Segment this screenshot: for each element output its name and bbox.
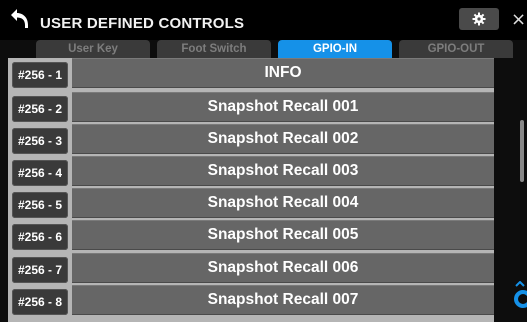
row-number: #256 - 6	[12, 224, 68, 250]
back-arrow-icon	[11, 9, 28, 28]
list-item: #256 - 3 Snapshot Recall 002	[8, 124, 494, 154]
close-button[interactable]: ×	[510, 6, 527, 32]
tab-foot-switch[interactable]: Foot Switch	[157, 40, 271, 58]
tab-gpio-out[interactable]: GPIO-OUT	[399, 40, 513, 58]
scroll-hint[interactable]	[512, 280, 527, 311]
row-number: #256 - 7	[12, 257, 68, 283]
list-item: #256 - 2 Snapshot Recall 001	[8, 92, 494, 122]
tab-gpio-in[interactable]: GPIO-IN	[278, 40, 392, 58]
list-item: #256 - 6 Snapshot Recall 005	[8, 220, 494, 250]
row-number: #256 - 2	[12, 96, 68, 122]
row-number: #256 - 8	[12, 289, 68, 315]
scroll-indicator-icon	[514, 280, 527, 308]
controls-list: #256 - 1 INFO #256 - 2 Snapshot Recall 0…	[8, 58, 494, 322]
list-item: #256 - 1 INFO	[8, 58, 494, 88]
row-number: #256 - 3	[12, 128, 68, 154]
settings-button[interactable]	[459, 8, 499, 30]
title-bar: USER DEFINED CONTROLS ×	[0, 0, 527, 40]
assignment-button[interactable]: INFO	[72, 58, 494, 88]
back-button[interactable]	[10, 6, 30, 30]
gear-icon	[472, 12, 486, 26]
assignment-button[interactable]: Snapshot Recall 002	[72, 124, 494, 154]
row-number: #256 - 4	[12, 160, 68, 186]
assignment-button[interactable]: Snapshot Recall 005	[72, 220, 494, 250]
list-item: #256 - 5 Snapshot Recall 004	[8, 188, 494, 218]
assignment-button[interactable]: Snapshot Recall 007	[72, 285, 494, 315]
assignment-button[interactable]: Snapshot Recall 004	[72, 188, 494, 218]
page-title: USER DEFINED CONTROLS	[40, 15, 245, 32]
assignment-button[interactable]: Snapshot Recall 006	[72, 253, 494, 283]
assignment-button[interactable]: Snapshot Recall 001	[72, 92, 494, 122]
scrollbar[interactable]	[520, 120, 524, 182]
list-item: #256 - 7 Snapshot Recall 006	[8, 253, 494, 283]
row-number: #256 - 5	[12, 192, 68, 218]
tab-user-key[interactable]: User Key	[36, 40, 150, 58]
row-number: #256 - 1	[12, 62, 68, 88]
list-item: #256 - 8 Snapshot Recall 007	[8, 285, 494, 315]
list-item: #256 - 4 Snapshot Recall 003	[8, 156, 494, 186]
assignment-button[interactable]: Snapshot Recall 003	[72, 156, 494, 186]
